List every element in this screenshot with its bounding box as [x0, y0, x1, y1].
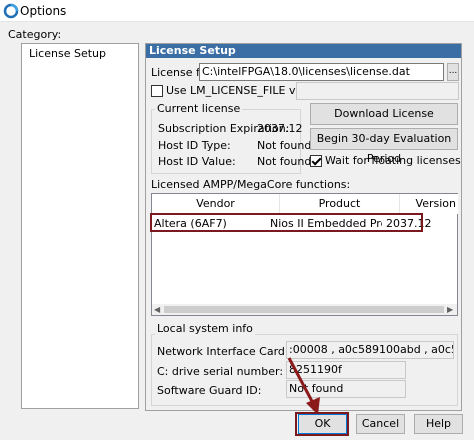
horizontal-scrollbar[interactable]: ◀ ▶ — [152, 304, 457, 315]
local-info-title: Local system info — [155, 322, 255, 335]
use-env-checkbox[interactable] — [151, 85, 163, 97]
scrollbar-thumb[interactable] — [164, 306, 444, 313]
env-variable-input[interactable] — [296, 82, 459, 100]
host-id-value-label: Host ID Value: — [158, 155, 236, 168]
column-header-vendor[interactable]: Vendor — [152, 194, 280, 214]
window-title: Options — [20, 4, 67, 18]
app-icon — [3, 3, 19, 19]
host-id-value-value: Not found — [257, 155, 312, 168]
expiration-value: 2037.12 — [257, 122, 303, 135]
host-id-type-label: Host ID Type: — [158, 139, 231, 152]
drive-serial-label: C: drive serial number: — [157, 365, 284, 378]
category-label: Category: — [8, 28, 62, 41]
wait-floating-checkbox[interactable] — [310, 155, 322, 167]
download-license-button[interactable]: Download License — [310, 103, 458, 125]
scroll-right-icon[interactable]: ▶ — [447, 305, 453, 314]
annotation-arrow — [287, 357, 320, 415]
wait-floating-label: Wait for floating licenses — [325, 154, 461, 167]
scroll-left-icon[interactable]: ◀ — [154, 305, 160, 314]
page-header: License Setup — [146, 44, 461, 58]
ok-button[interactable]: OK — [298, 414, 347, 434]
column-header-version[interactable]: Version — [400, 194, 458, 214]
functions-label: Licensed AMPP/MegaCore functions: — [151, 178, 351, 191]
column-header-product[interactable]: Product — [280, 194, 400, 214]
highlight-box — [150, 213, 423, 232]
license-file-input[interactable]: C:\intelFPGA\18.0\licenses\license.dat — [199, 63, 444, 81]
host-id-type-value: Not found — [257, 139, 312, 152]
guard-id-label: Software Guard ID: — [157, 384, 262, 397]
category-tree: License Setup — [21, 43, 139, 409]
browse-button[interactable]: ... — [447, 63, 459, 81]
cancel-button[interactable]: Cancel — [356, 414, 405, 434]
evaluation-button[interactable]: Begin 30-day Evaluation Period — [310, 128, 458, 165]
help-button[interactable]: Help — [414, 414, 463, 434]
title-bar: Options — [0, 0, 474, 22]
functions-table[interactable]: Vendor Product Version Altera (6AF7) Nio… — [151, 193, 458, 316]
current-license-title: Current license — [155, 102, 243, 115]
tree-item-license-setup[interactable]: License Setup — [25, 46, 110, 61]
